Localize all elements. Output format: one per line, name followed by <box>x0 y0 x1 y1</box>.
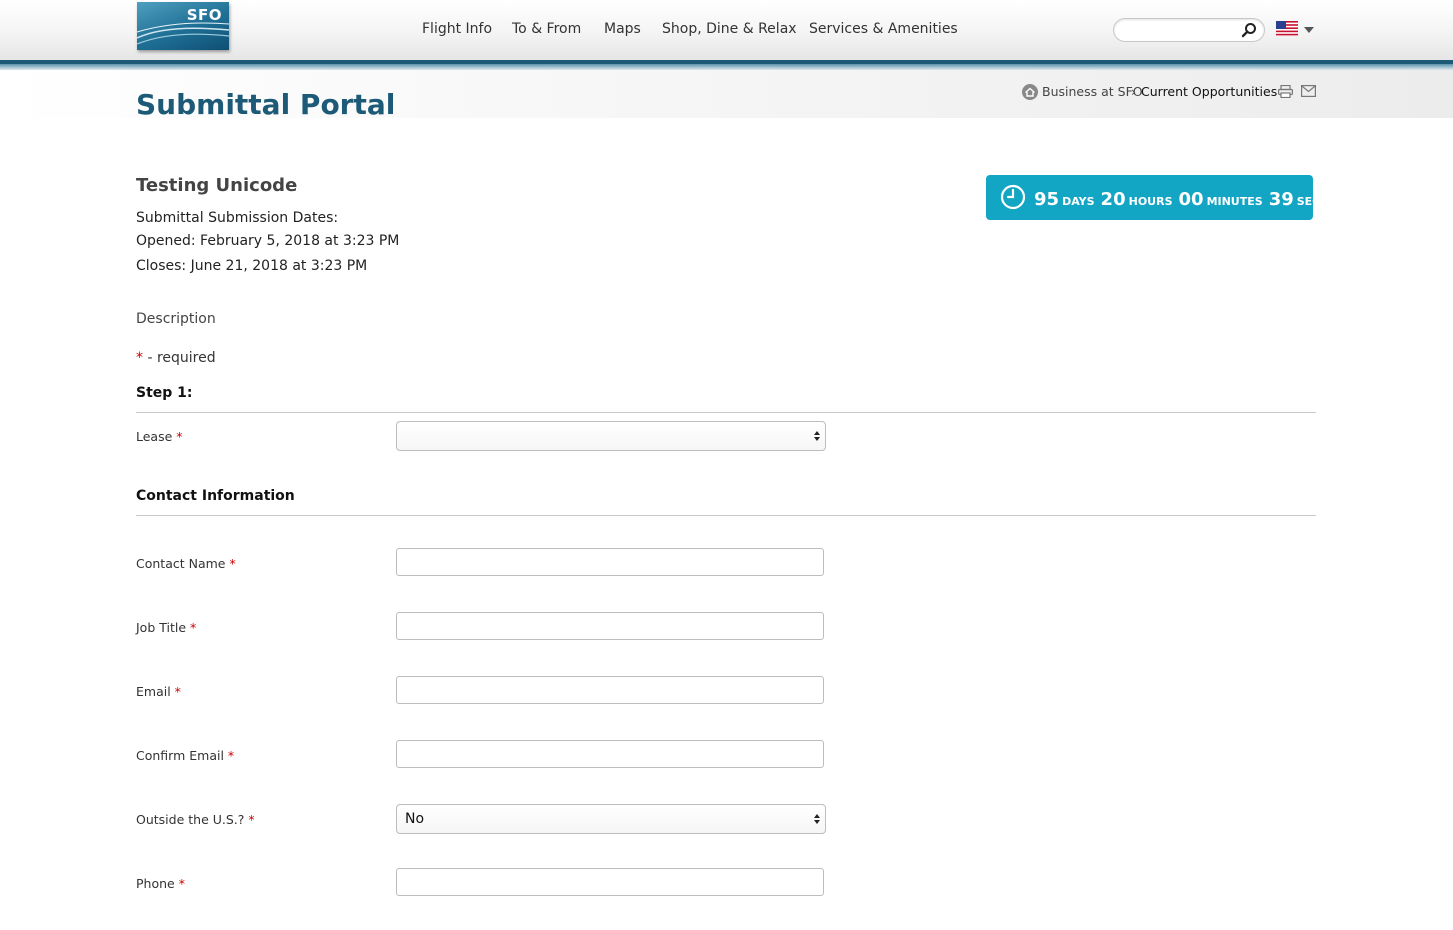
required-note: * - required <box>136 350 216 366</box>
countdown-values: 95 days 20 hours 00 minutes 39 seconds <box>1034 189 1356 210</box>
select-arrows-icon <box>814 814 820 824</box>
countdown-seconds-label: seconds <box>1296 195 1356 208</box>
email-icon[interactable] <box>1301 85 1316 97</box>
confirm-email-label: Confirm Email * <box>136 748 234 763</box>
outside-us-label: Outside the U.S.? * <box>136 812 255 827</box>
required-star: * <box>190 620 197 635</box>
breadcrumb-current-opportunities[interactable]: Current Opportunities <box>1141 84 1277 99</box>
closes-date: Closes: June 21, 2018 at 3:23 PM <box>136 258 368 274</box>
lease-label-text: Lease <box>136 429 173 444</box>
countdown-seconds: 39 <box>1268 189 1294 210</box>
job-title-field[interactable] <box>396 612 824 640</box>
nav-flight-info[interactable]: Flight Info <box>422 21 492 37</box>
search-input[interactable] <box>1113 18 1265 42</box>
phone-label: Phone * <box>136 876 185 891</box>
sfo-logo[interactable]: SFO <box>137 2 229 50</box>
outside-us-select[interactable]: No <box>396 804 826 834</box>
countdown-days-label: days <box>1062 195 1095 208</box>
countdown-timer: 95 days 20 hours 00 minutes 39 seconds <box>986 175 1356 220</box>
logo-text: SFO <box>186 6 222 24</box>
required-star: * <box>176 429 183 444</box>
required-star: * <box>248 812 255 827</box>
home-icon[interactable] <box>1022 84 1038 100</box>
search-icon[interactable] <box>1241 22 1257 38</box>
nav-to-from[interactable]: To & From <box>512 21 581 37</box>
required-star: * <box>136 350 143 366</box>
email-field[interactable] <box>396 676 824 704</box>
step-1-heading: Step 1: <box>136 385 193 401</box>
nav-services-amenities[interactable]: Services & Amenities <box>809 21 958 37</box>
page-title: Submittal Portal <box>136 88 396 121</box>
lease-label: Lease * <box>136 429 183 444</box>
lease-select[interactable] <box>396 421 826 451</box>
countdown-hours: 20 <box>1100 189 1126 210</box>
required-star: * <box>174 684 181 699</box>
countdown-minutes-label: minutes <box>1206 195 1263 208</box>
outside-us-select-value: No <box>405 811 425 827</box>
outside-us-label-text: Outside the U.S.? <box>136 812 245 827</box>
phone-label-text: Phone <box>136 876 175 891</box>
nav-shop-dine-relax[interactable]: Shop, Dine & Relax <box>662 21 797 37</box>
select-arrows-icon <box>814 431 820 441</box>
contact-information-heading: Contact Information <box>136 488 295 504</box>
divider <box>136 515 1316 516</box>
clock-icon <box>1000 184 1026 210</box>
submission-dates-label: Submittal Submission Dates: <box>136 210 339 226</box>
breadcrumb-business-at-sfo[interactable]: Business at SFO <box>1042 84 1143 99</box>
description-label: Description <box>136 311 216 327</box>
confirm-email-field[interactable] <box>396 740 824 768</box>
divider <box>136 412 1316 413</box>
email-label: Email * <box>136 684 181 699</box>
required-star: * <box>227 748 235 763</box>
confirm-email-label-text: Confirm Email <box>136 748 224 763</box>
language-dropdown-chevron-icon[interactable] <box>1304 27 1314 33</box>
opened-date: Opened: February 5, 2018 at 3:23 PM <box>136 233 400 249</box>
countdown-minutes: 00 <box>1178 189 1204 210</box>
contact-name-field[interactable] <box>396 548 824 576</box>
required-star: * <box>229 556 236 571</box>
countdown-days: 95 <box>1034 189 1060 210</box>
phone-field[interactable] <box>396 868 824 896</box>
print-icon[interactable] <box>1278 85 1293 98</box>
email-label-text: Email <box>136 684 171 699</box>
opportunity-title: Testing Unicode <box>136 175 298 196</box>
contact-name-label: Contact Name * <box>136 556 236 571</box>
nav-maps[interactable]: Maps <box>604 21 641 37</box>
required-note-text: - required <box>143 350 216 366</box>
us-flag-icon[interactable] <box>1276 21 1298 36</box>
countdown-hours-label: hours <box>1128 195 1173 208</box>
job-title-label: Job Title * <box>136 620 196 635</box>
breadcrumb-separator: › <box>1131 84 1136 99</box>
job-title-label-text: Job Title <box>136 620 187 635</box>
contact-name-label-text: Contact Name <box>136 556 226 571</box>
required-star: * <box>178 876 185 891</box>
